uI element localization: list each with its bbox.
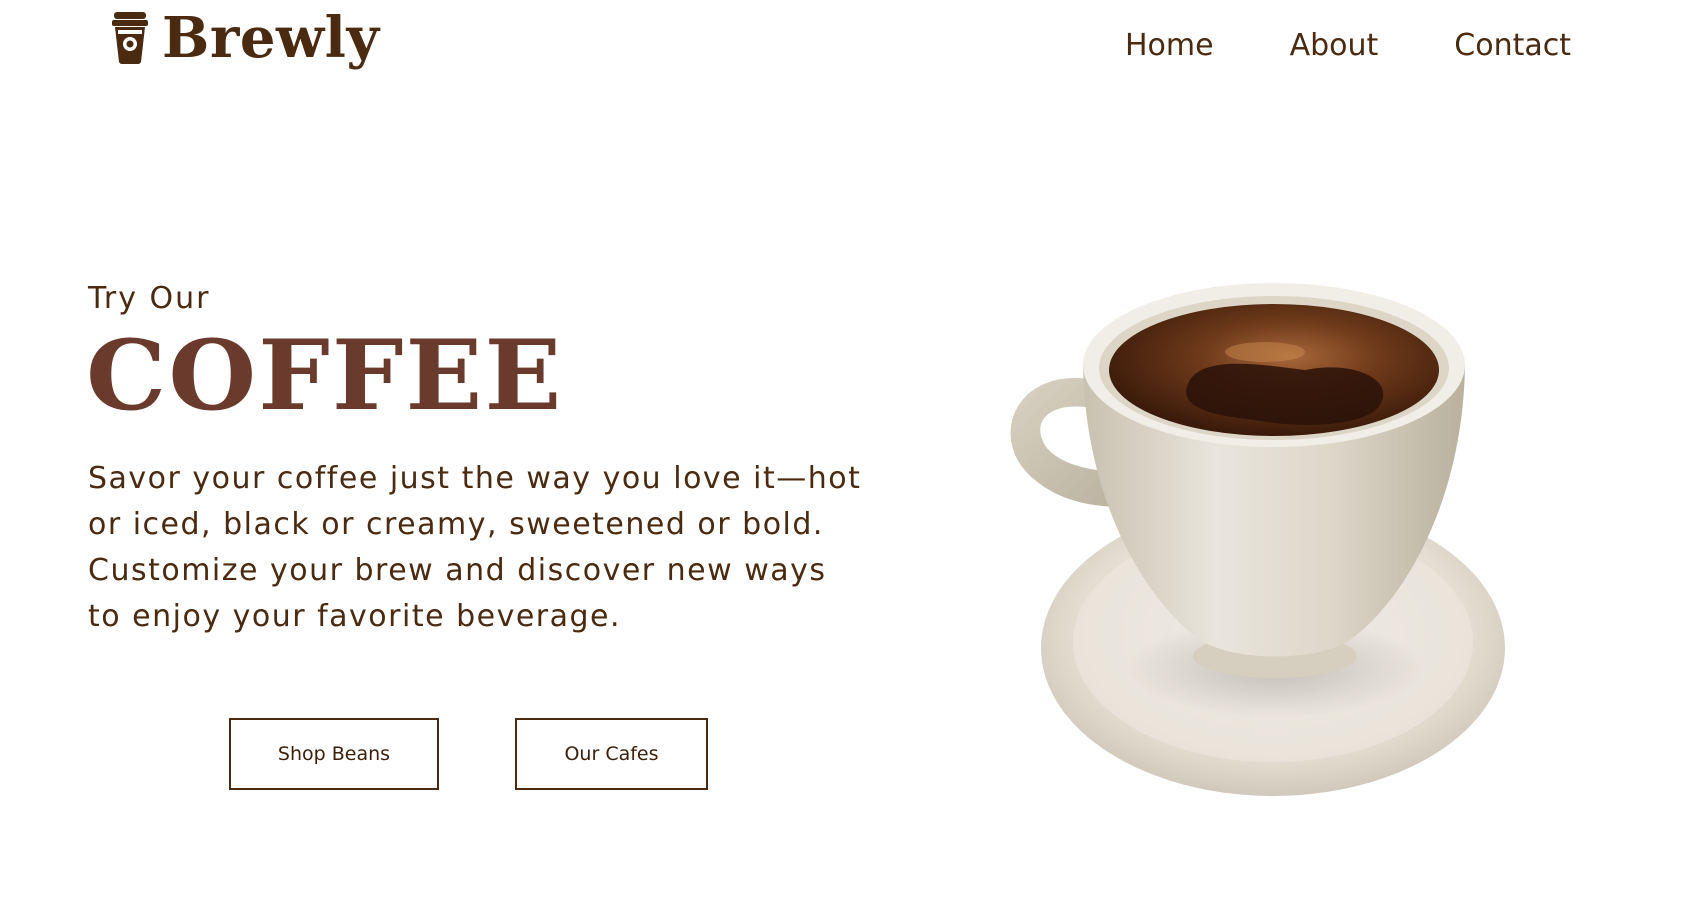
hero-description: Savor your coffee just the way you love … <box>88 461 862 634</box>
shop-beans-button[interactable]: Shop Beans <box>229 718 439 790</box>
nav-link-home[interactable]: Home <box>1125 28 1214 64</box>
main-nav: Home About Contact <box>1125 28 1571 64</box>
nav-link-about[interactable]: About <box>1290 28 1379 64</box>
site-header: Brewly Home About Contact <box>0 0 1701 100</box>
brand-name: Brewly <box>162 5 380 71</box>
hero-eyebrow: Try Our <box>88 281 211 316</box>
brand-logo[interactable]: Brewly <box>110 10 379 66</box>
nav-link-contact[interactable]: Contact <box>1454 28 1571 64</box>
coffee-cup-image <box>1010 283 1505 796</box>
hero-title: COFFEE <box>86 319 564 432</box>
our-cafes-button[interactable]: Our Cafes <box>515 718 708 790</box>
coffee-cup-icon <box>112 12 148 64</box>
